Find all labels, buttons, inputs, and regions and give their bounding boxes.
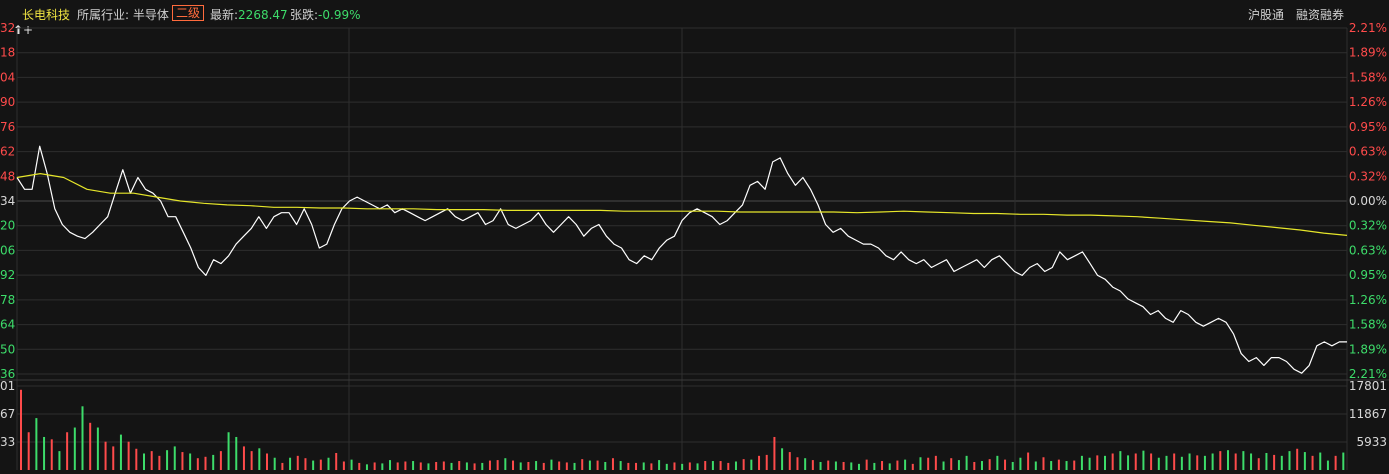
y-tick-label-left: 32 — [0, 21, 15, 35]
y-tick-label-left: 90 — [0, 95, 15, 109]
y-tick-label-right: 2.21% — [1349, 21, 1387, 35]
y-tick-label-right: 1.26% — [1349, 293, 1387, 307]
y-tick-label-right: 1.58% — [1349, 318, 1387, 332]
y-tick-label-left: 20 — [0, 219, 15, 233]
y-tick-label-right: 0.95% — [1349, 120, 1387, 134]
volume-tick-label-left: 67 — [0, 407, 15, 421]
volume-tick-label-right: 11867 — [1349, 407, 1387, 421]
y-tick-label-left: 34 — [0, 194, 15, 208]
y-tick-label-left: 48 — [0, 169, 15, 183]
y-tick-label-left: 18 — [0, 46, 15, 60]
chart-axes: 32 2.21% 18 1.89% 04 1.58% 90 1.26% 76 0.95% 62 0.6… — [0, 21, 1387, 449]
y-tick-label-left: 76 — [0, 120, 15, 134]
volume-tick-label-right: 17801 — [1349, 379, 1387, 393]
y-tick-label-right: 1.58% — [1349, 70, 1387, 84]
chart-grid — [0, 27, 1389, 470]
y-tick-label-right: 1.89% — [1349, 342, 1387, 356]
y-tick-label-left: 78 — [0, 293, 15, 307]
intraday-chart[interactable]: 32 2.21% 18 1.89% 04 1.58% 90 1.26% 76 0.95% 62 0.6… — [0, 0, 1389, 474]
y-tick-label-left: 92 — [0, 268, 15, 282]
y-tick-label-right: 0.00% — [1349, 194, 1387, 208]
volume-tick-label-right: 5933 — [1356, 435, 1387, 449]
y-tick-label-left: 62 — [0, 145, 15, 159]
volume-tick-label-left: 01 — [0, 379, 15, 393]
y-tick-label-right: 0.63% — [1349, 243, 1387, 257]
y-tick-label-right: 0.32% — [1349, 219, 1387, 233]
y-tick-label-left: 06 — [0, 243, 15, 257]
y-tick-label-right: 0.63% — [1349, 145, 1387, 159]
volume-tick-label-left: 33 — [0, 435, 15, 449]
y-tick-label-right: 0.95% — [1349, 268, 1387, 282]
y-tick-label-right: 1.26% — [1349, 95, 1387, 109]
y-tick-label-left: 50 — [0, 342, 15, 356]
y-tick-label-right: 0.32% — [1349, 169, 1387, 183]
y-tick-label-left: 64 — [0, 318, 15, 332]
y-tick-label-left: 04 — [0, 70, 15, 84]
y-tick-label-right: 1.89% — [1349, 46, 1387, 60]
